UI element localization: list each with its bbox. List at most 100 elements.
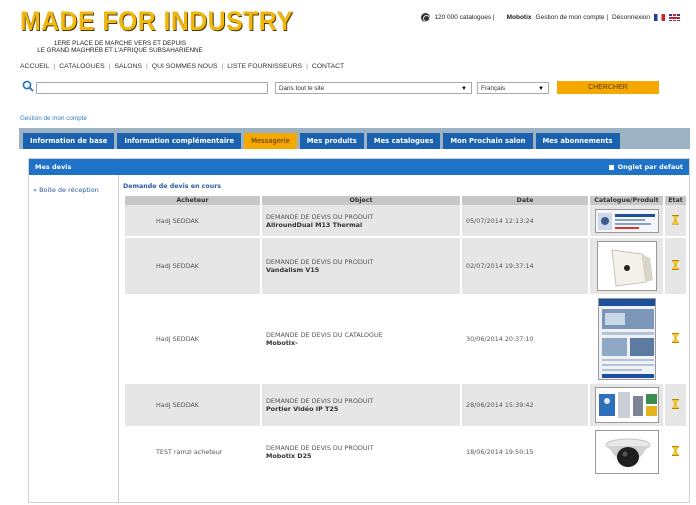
date-cell: 18/06/2014 19:50:15 bbox=[461, 427, 590, 478]
thumbnail-cell bbox=[589, 383, 665, 428]
object-cell[interactable]: DEMANDE DE DEVIS DU PRODUIT AllroundDual… bbox=[261, 205, 462, 238]
inbox-sidebar: » Boite de réception bbox=[29, 175, 119, 502]
state-cell bbox=[664, 205, 688, 238]
search-button[interactable]: CHERCHER bbox=[557, 81, 659, 94]
nav-qui-sommes-nous[interactable]: QUI SOMMES NOUS bbox=[152, 63, 218, 70]
request-subject: DEMANDE DE DEVIS DU PRODUIT bbox=[266, 212, 374, 221]
tab-mes-abonnements[interactable]: Mes abonnements bbox=[535, 133, 620, 149]
product-name[interactable]: Portier Vidéo IP T25 bbox=[266, 405, 460, 413]
state-cell bbox=[664, 427, 688, 478]
table-row[interactable]: Hadj SEDDAK DEMANDE DE DEVIS DU PRODUIT … bbox=[125, 383, 688, 428]
nav-separator: | bbox=[108, 63, 111, 70]
search-icon[interactable] bbox=[22, 80, 34, 92]
thumbnail-cell bbox=[589, 205, 665, 238]
date-cell: 28/06/2014 15:39:42 bbox=[461, 383, 590, 428]
globe-icon bbox=[421, 13, 431, 22]
quotes-panel: Mes devis Onglet par defaut » Boite de r… bbox=[28, 158, 690, 503]
product-thumbnail[interactable] bbox=[594, 387, 659, 423]
buyer-cell: Hadj SEDDAK bbox=[125, 237, 262, 296]
account-tabs: Information de base Information compléme… bbox=[19, 128, 690, 149]
search-scope-value: Dans tout le site bbox=[279, 85, 325, 92]
tab-mes-catalogues[interactable]: Mes catalogues bbox=[366, 133, 441, 149]
nav-separator: | bbox=[221, 63, 224, 70]
request-subject: DEMANDE DE DEVIS DU PRODUIT bbox=[266, 397, 374, 405]
chevron-down-icon: ▼ bbox=[538, 86, 544, 92]
main-nav: ACCUEIL | CATALOGUES | SALONS | QUI SOMM… bbox=[20, 63, 344, 70]
date-cell: 05/07/2014 12:13:24 bbox=[461, 205, 590, 238]
thumbnail-cell bbox=[589, 237, 665, 296]
buyer-cell: Hadj SEDDAK bbox=[125, 383, 262, 428]
nav-catalogues[interactable]: CATALOGUES bbox=[59, 63, 104, 70]
nav-contact[interactable]: CONTACT bbox=[312, 63, 344, 70]
logout-link[interactable]: Déconnexion bbox=[612, 14, 650, 21]
nav-separator: | bbox=[53, 63, 56, 70]
col-header-date: Date bbox=[461, 196, 590, 205]
tab-mes-produits[interactable]: Mes produits bbox=[299, 133, 364, 149]
default-tab-toggle[interactable]: Onglet par defaut bbox=[608, 159, 683, 175]
checkbox-icon[interactable] bbox=[608, 164, 614, 170]
breadcrumb[interactable]: Gestion de mon compte bbox=[20, 115, 87, 122]
table-row[interactable]: Hadj SEDDAK DEMANDE DE DEVIS DU PRODUIT … bbox=[125, 237, 688, 296]
object-cell[interactable]: DEMANDE DE DEVIS DU PRODUIT Portier Vidé… bbox=[261, 383, 462, 428]
nav-separator: | bbox=[146, 63, 148, 70]
product-thumbnail[interactable] bbox=[594, 208, 659, 233]
col-header-object: Object bbox=[261, 196, 462, 205]
product-thumbnail[interactable] bbox=[596, 241, 657, 291]
request-subject: DEMANDE DE DEVIS DU PRODUIT bbox=[266, 444, 374, 452]
search-input[interactable] bbox=[36, 82, 268, 94]
hourglass-icon bbox=[672, 446, 679, 456]
col-header-buyer: Acheteur bbox=[125, 196, 262, 205]
site-tagline: 1ERE PLACE DE MARCHE VERS ET DEPUIS LE G… bbox=[20, 40, 220, 54]
tab-mon-prochain-salon[interactable]: Mon Prochain salon bbox=[443, 133, 533, 149]
hourglass-icon bbox=[672, 215, 679, 225]
tab-messagerie[interactable]: Messagerie bbox=[244, 133, 297, 149]
english-flag-icon[interactable] bbox=[669, 14, 680, 21]
nav-liste-fournisseurs[interactable]: LISTE FOURNISSEURS bbox=[227, 63, 302, 70]
tagline-line-1: 1ERE PLACE DE MARCHE VERS ET DEPUIS bbox=[53, 40, 187, 47]
double-chevron-right-icon: » bbox=[33, 186, 37, 194]
object-cell[interactable]: DEMANDE DE DEVIS DU PRODUIT Vandalism V1… bbox=[261, 237, 462, 296]
account-link[interactable]: Gestion de mon compte | bbox=[536, 14, 609, 21]
product-name[interactable]: Mobotix- bbox=[266, 339, 460, 347]
object-cell[interactable]: DEMANDE DE DEVIS DU CATALOGUE Mobotix- bbox=[261, 295, 462, 384]
inbox-link[interactable]: » Boite de réception bbox=[33, 186, 99, 194]
thumbnail-cell bbox=[589, 427, 665, 478]
site-logo[interactable]: MADE FOR INDUSTRY bbox=[20, 6, 293, 36]
product-name[interactable]: AllroundDual M13 Thermal bbox=[266, 221, 460, 229]
thumbnail-cell bbox=[589, 295, 665, 384]
top-links: 120 000 catalogues | Mobotix Gestion de … bbox=[421, 13, 680, 22]
request-subject: DEMANDE DE DEVIS DU PRODUIT bbox=[266, 258, 374, 266]
buyer-cell: TEST ramzi acheteur bbox=[125, 427, 262, 478]
catalogue-thumbnail[interactable] bbox=[597, 298, 656, 380]
object-cell[interactable]: DEMANDE DE DEVIS DU PRODUIT Mobotix D25 bbox=[261, 427, 462, 478]
table-row[interactable]: TEST ramzi acheteur DEMANDE DE DEVIS DU … bbox=[125, 427, 688, 478]
tab-information-de-base[interactable]: Information de base bbox=[23, 133, 115, 149]
product-name[interactable]: Vandalism V15 bbox=[266, 266, 460, 274]
table-row[interactable]: Hadj SEDDAK DEMANDE DE DEVIS DU CATALOGU… bbox=[125, 295, 688, 384]
language-select[interactable]: Français ▼ bbox=[477, 82, 549, 94]
default-tab-label: Onglet par defaut bbox=[617, 163, 683, 171]
state-cell bbox=[664, 295, 688, 384]
hourglass-icon bbox=[672, 333, 679, 343]
catalogues-count-link[interactable]: 120 000 catalogues | bbox=[434, 14, 494, 21]
product-thumbnail[interactable] bbox=[594, 430, 659, 474]
user-name[interactable]: Mobotix bbox=[507, 14, 532, 21]
quote-requests-table: Acheteur Object Date Catalogue/Produit E… bbox=[125, 196, 688, 478]
nav-accueil[interactable]: ACCUEIL bbox=[20, 63, 49, 70]
col-header-catalogue-product: Catalogue/Produit bbox=[589, 196, 665, 205]
state-cell bbox=[664, 237, 688, 296]
inbox-label: Boite de réception bbox=[39, 186, 99, 194]
product-name[interactable]: Mobotix D25 bbox=[266, 452, 460, 460]
panel-header: Mes devis Onglet par defaut bbox=[29, 159, 689, 175]
nav-separator: | bbox=[306, 63, 308, 70]
buyer-cell: Hadj SEDDAK bbox=[125, 205, 262, 238]
language-value: Français bbox=[481, 85, 506, 92]
french-flag-icon[interactable] bbox=[654, 14, 665, 21]
nav-salons[interactable]: SALONS bbox=[114, 63, 142, 70]
table-row[interactable]: Hadj SEDDAK DEMANDE DE DEVIS DU PRODUIT … bbox=[125, 205, 688, 238]
tab-information-complementaire[interactable]: Information complémentaire bbox=[117, 133, 242, 149]
date-cell: 02/07/2014 19:37:14 bbox=[461, 237, 590, 296]
search-scope-select[interactable]: Dans tout le site ▼ bbox=[275, 82, 472, 94]
state-cell bbox=[664, 383, 688, 428]
tagline-line-2: LE GRAND MAGHREB ET L'AFRIQUE SUBSAHARIE… bbox=[37, 47, 203, 54]
